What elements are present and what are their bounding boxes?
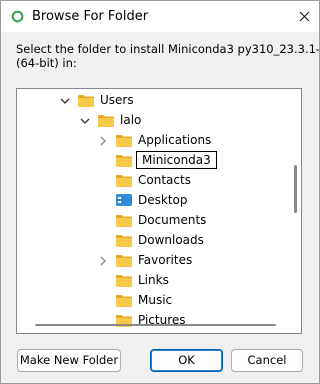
tree-item-lalo[interactable]: lalo bbox=[17, 111, 287, 131]
instruction-text: Select the folder to install Miniconda3 … bbox=[16, 42, 320, 70]
tree-item-applications[interactable]: Applications bbox=[17, 131, 287, 151]
close-icon bbox=[299, 11, 309, 22]
make-new-folder-button[interactable]: Make New Folder bbox=[17, 349, 121, 372]
tree-item-contacts[interactable]: Contacts bbox=[17, 171, 287, 191]
folder-icon bbox=[116, 235, 132, 247]
tree-item-music[interactable]: Music bbox=[17, 291, 287, 311]
browse-for-folder-dialog: Browse For Folder Select the folder to i… bbox=[0, 0, 320, 384]
chevron-down-icon[interactable] bbox=[79, 115, 91, 127]
folder-icon bbox=[116, 275, 132, 287]
folder-icon bbox=[78, 95, 94, 107]
tree-item-desktop[interactable]: Desktop bbox=[17, 191, 287, 211]
folder-icon bbox=[98, 115, 114, 127]
tree-item-documents[interactable]: Documents bbox=[17, 211, 287, 231]
rename-input[interactable]: Miniconda3 bbox=[136, 151, 217, 169]
green-ring-icon bbox=[11, 10, 24, 23]
tree-item-favorites[interactable]: Favorites bbox=[17, 251, 287, 271]
folder-icon bbox=[116, 215, 132, 227]
chevron-right-icon[interactable] bbox=[97, 135, 109, 147]
tree-item-label: Desktop bbox=[138, 193, 188, 207]
tree-item-label: Documents bbox=[138, 213, 207, 227]
instruction-line-1: Select the folder to install Miniconda3 … bbox=[16, 42, 320, 56]
tree-item-label: Favorites bbox=[138, 253, 193, 267]
tree-item-miniconda3[interactable]: Miniconda3 bbox=[17, 151, 287, 171]
tree-item-label: Users bbox=[100, 93, 134, 107]
folder-icon bbox=[116, 255, 132, 267]
horizontal-scroll-thumb[interactable] bbox=[35, 324, 276, 326]
tree-item-label: Contacts bbox=[138, 173, 191, 187]
cancel-button[interactable]: Cancel bbox=[231, 349, 303, 372]
tree-item-links[interactable]: Links bbox=[17, 271, 287, 291]
tree-item-label: Links bbox=[138, 273, 169, 287]
horizontal-scrollbar[interactable] bbox=[17, 317, 289, 333]
instruction-line-2: (64-bit) in: bbox=[16, 56, 77, 70]
tree-item-label: Music bbox=[138, 293, 173, 307]
title-bar: Browse For Folder bbox=[1, 1, 319, 32]
tree-item-label: lalo bbox=[120, 113, 142, 127]
tree-item-users[interactable]: Users bbox=[17, 91, 287, 111]
tree-item-label: Downloads bbox=[138, 233, 204, 247]
desktop-icon bbox=[116, 194, 132, 206]
folder-icon bbox=[116, 155, 132, 167]
ok-button[interactable]: OK bbox=[150, 349, 223, 372]
chevron-right-icon[interactable] bbox=[97, 255, 109, 267]
window-title: Browse For Folder bbox=[32, 9, 149, 24]
vertical-scroll-thumb[interactable] bbox=[294, 165, 297, 213]
folder-icon bbox=[116, 295, 132, 307]
tree-item-label: Applications bbox=[138, 133, 212, 147]
tree-item-downloads[interactable]: Downloads bbox=[17, 231, 287, 251]
vertical-scrollbar[interactable] bbox=[289, 89, 301, 317]
folder-icon bbox=[116, 135, 132, 147]
folder-tree[interactable]: Users lalo Applications Miniconda3 Contacts D… bbox=[16, 88, 302, 334]
chevron-down-icon[interactable] bbox=[59, 95, 71, 107]
folder-icon bbox=[116, 175, 132, 187]
close-button[interactable] bbox=[289, 1, 319, 32]
